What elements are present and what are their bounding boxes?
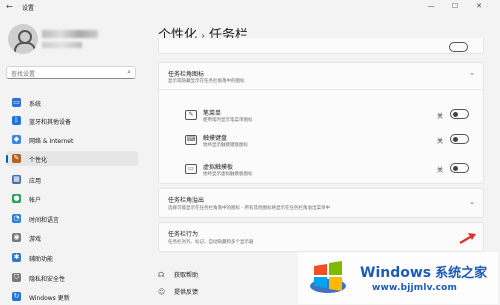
watermark-brand: Windows 系统之家 — [360, 265, 488, 281]
overflow-title: 任务栏角溢出 — [168, 197, 205, 204]
user-email-blurred — [42, 42, 82, 48]
red-arrow-annotation — [459, 233, 476, 244]
toggle-switch[interactable] — [450, 109, 469, 119]
sidebar-item-label: 游戏 — [29, 236, 42, 243]
sidebar-item-label: 帐户 — [29, 197, 42, 204]
user-name-blurred — [42, 30, 98, 38]
behavior-card[interactable]: 任务栏行为 任务栏对齐、标记、自动隐藏和多个显示器 ⌄ — [158, 222, 484, 252]
bluetooth-icon: ᛒ — [12, 116, 21, 125]
maximize-button[interactable]: ☐ — [448, 1, 462, 12]
shield-icon: ⛉ — [12, 273, 21, 282]
update-icon: ↻ — [12, 292, 21, 301]
close-button[interactable]: ✕ — [472, 1, 486, 12]
corner-icon-row: ⌨ 触摸键盘 始终显示触摸键盘图标 关 — [185, 131, 485, 151]
sidebar-item-3[interactable]: ✎ 个性化 — [6, 151, 138, 166]
help-icon: ☊ — [158, 271, 165, 279]
search-placeholder: 查找设置 — [11, 71, 36, 78]
touchpad-icon: ▭ — [185, 164, 197, 174]
feedback-link[interactable]: ☺ 提供反馈 — [158, 287, 198, 296]
sidebar-item-2[interactable]: ◆ 网络 & Internet — [6, 132, 138, 147]
brush-icon: ✎ — [12, 154, 21, 163]
minimize-button[interactable]: — — [424, 1, 438, 12]
row-title: 虚拟触摸板 — [203, 164, 234, 171]
sidebar-item-label: 辅助功能 — [29, 256, 54, 263]
active-indicator — [6, 155, 8, 163]
keyboard-icon: ⌨ — [185, 135, 197, 145]
toggle-knob — [453, 112, 458, 117]
monitor-icon: ▭ — [12, 98, 21, 107]
divider — [159, 89, 483, 90]
chevron-up-icon[interactable]: ⌃ — [469, 72, 475, 80]
pen-icon: ✎ — [185, 110, 197, 120]
search-icon[interactable]: ⌕ — [127, 68, 131, 77]
row-description: 始终显示虚拟触摸板图标 — [203, 172, 253, 177]
toggle-switch[interactable] — [450, 163, 469, 173]
chevron-down-icon[interactable]: ⌄ — [469, 198, 475, 206]
sidebar-item-label: Windows 更新 — [29, 295, 70, 302]
sidebar-item-0[interactable]: ▭ 系统 — [6, 95, 138, 110]
row-description: 使用笔时显示笔菜单图标 — [203, 118, 253, 123]
overflow-card[interactable]: 任务栏角溢出 选择可能显示在任务栏角落中的图标 - 所有其他图标将显示在任务栏角… — [158, 188, 484, 218]
apps-icon: ▦ — [12, 175, 21, 184]
behavior-subtitle: 任务栏对齐、标记、自动隐藏和多个显示器 — [168, 240, 254, 245]
sidebar-item-label: 网络 & Internet — [29, 138, 74, 145]
sidebar-item-label: 个性化 — [29, 157, 48, 164]
get-help-link[interactable]: ☊ 获取帮助 — [158, 270, 198, 279]
title-bar: ← 设置 — ☐ ✕ — [0, 0, 500, 14]
accessibility-icon: ✱ — [12, 253, 21, 262]
avatar[interactable] — [8, 24, 38, 54]
windows-logo-icon — [310, 261, 346, 293]
feedback-icon: ☺ — [158, 288, 166, 296]
row-title: 笔菜单 — [203, 110, 222, 117]
sidebar-item-7[interactable]: ◉ 游戏 — [6, 230, 138, 245]
toggle-switch[interactable] — [450, 134, 469, 144]
behavior-title: 任务栏行为 — [168, 231, 199, 238]
sidebar-item-label: 隐私和安全性 — [29, 276, 66, 283]
sidebar-item-9[interactable]: ⛉ 隐私和安全性 — [6, 270, 138, 285]
row-description: 始终显示触摸键盘图标 — [203, 143, 248, 148]
sidebar-item-label: 应用 — [29, 178, 42, 185]
overflow-subtitle: 选择可能显示在任务栏角落中的图标 - 所有其他图标将显示在任务栏角溢出菜单中 — [168, 206, 330, 211]
corner-icons-title: 任务栏角图标 — [168, 71, 205, 78]
toggle-knob — [453, 166, 458, 171]
window-title: 设置 — [22, 5, 35, 12]
previous-card-partial — [158, 38, 484, 54]
account-icon: ● — [12, 194, 21, 203]
sidebar-item-label: 蓝牙和其他设备 — [29, 119, 72, 126]
sidebar-item-1[interactable]: ᛒ 蓝牙和其他设备 — [6, 113, 138, 128]
back-arrow-icon[interactable]: ← — [6, 2, 13, 11]
watermark-url: www.bjjmlv.com — [372, 283, 458, 293]
corner-icon-row: ▭ 虚拟触摸板 始终显示虚拟触摸板图标 关 — [185, 160, 485, 180]
globe-clock-icon: ◔ — [12, 214, 21, 223]
search-input[interactable]: 查找设置 ⌕ — [6, 66, 136, 79]
sidebar-item-label: 时间和语言 — [29, 217, 60, 224]
gamepad-icon: ◉ — [12, 233, 21, 242]
corner-icon-row: ✎ 笔菜单 使用笔时显示笔菜单图标 关 — [185, 106, 485, 126]
toggle-state-label: 关 — [437, 138, 444, 145]
wifi-icon: ◆ — [12, 135, 21, 144]
toggle-state-label: 关 — [437, 113, 444, 120]
toggle-knob — [453, 137, 458, 142]
sidebar-item-label: 系统 — [29, 101, 42, 108]
row-title: 触摸键盘 — [203, 135, 228, 142]
toggle-state-label: 关 — [437, 167, 444, 174]
partial-toggle[interactable] — [449, 42, 468, 52]
sidebar-item-10[interactable]: ↻ Windows 更新 — [6, 289, 138, 304]
sidebar-item-8[interactable]: ✱ 辅助功能 — [6, 250, 138, 265]
corner-icons-subtitle: 显示或隐藏显示在任务栏角落中的图标 — [168, 79, 245, 84]
sidebar-item-5[interactable]: ● 帐户 — [6, 191, 138, 206]
sidebar-item-4[interactable]: ▦ 应用 — [6, 172, 138, 187]
sidebar-item-6[interactable]: ◔ 时间和语言 — [6, 211, 138, 226]
